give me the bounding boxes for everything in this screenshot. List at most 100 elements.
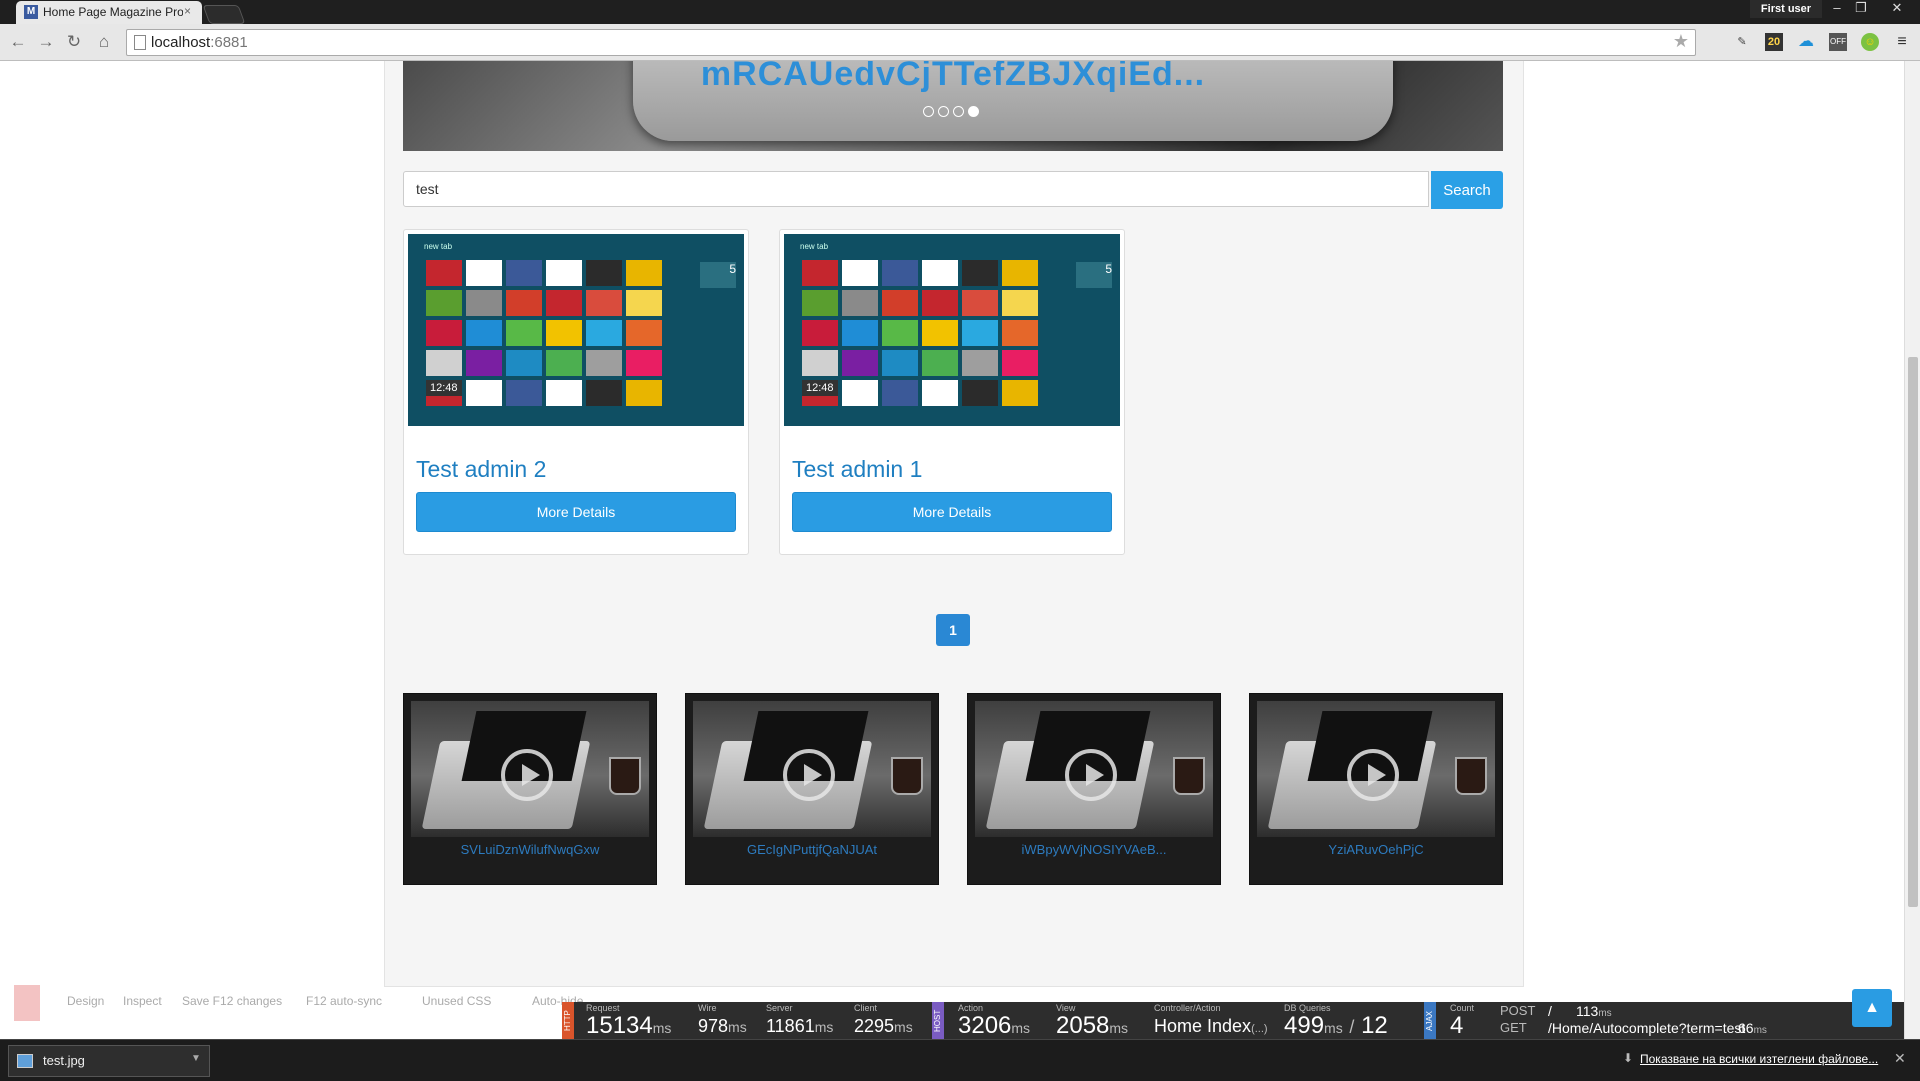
glimpse-wire-metric[interactable]: 978ms [698,1016,747,1037]
glimpse-ajax-url[interactable]: /Home/Autocomplete?term=test [1548,1020,1745,1036]
ms-unit: ms [814,1019,834,1035]
carousel-dot-2[interactable] [938,106,949,117]
glimpse-post: POST [1500,1003,1536,1018]
app-tile [1002,380,1038,406]
show-all-downloads-link[interactable]: Показване на всички изтеглени файлове... [1640,1052,1878,1066]
glimpse-client-metric[interactable]: 2295ms [854,1016,913,1037]
search-button[interactable]: Search [1431,171,1503,209]
tab-title: Home Page Magazine Pro [43,5,183,19]
play-icon[interactable] [501,749,553,801]
smiley-extension-icon[interactable]: ☺ [1861,33,1879,51]
video-thumbnail[interactable] [1257,701,1495,837]
more-details-button[interactable]: More Details [792,492,1112,532]
video-title[interactable]: iWBpyWVjNOSIYVAeB... [968,842,1220,857]
address-text[interactable]: localhost:6881 [151,34,248,51]
close-window-icon[interactable]: ✕ [1880,0,1914,18]
off-extension-icon[interactable]: OFF [1829,33,1847,51]
tab-close-icon[interactable]: × [184,4,191,18]
app-tile [922,380,958,406]
app-tile [426,290,462,316]
chevron-down-icon[interactable]: ▼ [191,1053,201,1064]
video-card[interactable]: SVLuiDznWilufNwqGxw [403,693,657,885]
glimpse-server-metric[interactable]: 11861ms [766,1016,833,1037]
video-thumbnail[interactable] [693,701,931,837]
ms-unit: ms [652,1020,672,1036]
bookmark-star-icon[interactable]: ★ [1673,31,1689,52]
play-icon[interactable] [1065,749,1117,801]
search-input[interactable] [403,171,1429,207]
minimize-window-icon[interactable]: – [1824,0,1850,18]
download-file-name[interactable]: test.jpg [43,1053,85,1068]
video-title[interactable]: GEcIgNPuttjfQaNJUAt [686,842,938,857]
app-tile [1002,320,1038,346]
cloud-extension-icon[interactable]: ☁ [1797,33,1815,51]
back-to-top-icon[interactable]: ▲ [1852,989,1892,1027]
video-title[interactable]: SVLuiDznWilufNwqGxw [404,842,656,857]
video-title[interactable]: YziARuvOehPjC [1250,842,1502,857]
glimpse-ajax-time-metric[interactable]: 66ms [1738,1020,1767,1036]
browserlink-unused-css[interactable]: Unused CSS [422,994,491,1008]
menu-hamburger-icon[interactable]: ≡ [1893,33,1911,51]
url-host: localhost [151,34,211,51]
video-card[interactable]: YziARuvOehPjC [1249,693,1503,885]
result-card-title[interactable]: Test admin 2 [416,456,546,483]
carousel-dot-4[interactable] [968,106,979,117]
forward-arrow-icon[interactable]: → [36,32,56,52]
glimpse-host-tag: HOST [932,1002,944,1039]
browserlink-f12-autosync[interactable]: F12 auto-sync [306,994,382,1008]
video-thumbnail[interactable] [411,701,649,837]
app-tile [1002,350,1038,376]
glimpse-ajax-ms-metric[interactable]: 113ms [1576,1003,1612,1019]
number-tile: 5 [700,262,736,288]
play-icon[interactable] [1347,749,1399,801]
glimpse-bar[interactable]: HTTP Request 15134ms Wire 978ms Server 1… [562,1002,1904,1039]
address-bar[interactable]: localhost:6881 ★ [126,29,1696,56]
browserlink-design[interactable]: Design [67,994,104,1008]
carousel-dot-1[interactable] [923,106,934,117]
new-tab-button[interactable] [202,5,246,24]
browserlink-save-f12[interactable]: Save F12 changes [182,994,282,1008]
video-card[interactable]: GEcIgNPuttjfQaNJUAt [685,693,939,885]
glimpse-request-metric[interactable]: 15134ms [586,1012,671,1039]
page-scrollbar[interactable] [1904,61,1920,1039]
video-thumbnail[interactable] [975,701,1213,837]
app-tile [466,290,502,316]
app-tile [882,260,918,286]
scrollbar-thumb[interactable] [1908,357,1918,907]
glimpse-controller-metric[interactable]: Home Index(...) [1154,1016,1268,1037]
app-tile [466,380,502,406]
pagination-page-button[interactable]: 1 [936,614,970,646]
result-card-title[interactable]: Test admin 1 [792,456,922,483]
hero-title[interactable]: mRCAUedvCjTTefZBJXqiEd... [403,61,1503,94]
hero-carousel[interactable]: mRCAUedvCjTTefZBJXqiEd... [403,61,1503,151]
glimpse-client-label: Client [854,1003,878,1013]
pen-extension-icon[interactable]: ✎ [1733,33,1751,51]
glimpse-action-metric[interactable]: 3206ms [958,1012,1030,1039]
glimpse-get: GET [1500,1020,1527,1035]
result-card-image[interactable]: new tab 12:48 5 [408,234,744,426]
download-item[interactable]: test.jpg ▼ [8,1045,210,1077]
browserlink-inspect[interactable]: Inspect [123,994,162,1008]
glimpse-db-metric[interactable]: 499ms / 12 [1284,1012,1388,1039]
close-download-bar-icon[interactable]: ✕ [1894,1050,1906,1067]
result-card-image[interactable]: new tab 12:48 5 [784,234,1120,426]
counter-extension-icon[interactable]: 20 [1765,33,1783,51]
reload-icon[interactable]: ↻ [64,32,84,52]
home-icon[interactable]: ⌂ [94,32,114,52]
carousel-dot-3[interactable] [953,106,964,117]
browser-tab[interactable]: M Home Page Magazine Pro × [16,1,202,24]
restore-window-icon[interactable]: ❐ [1848,0,1874,18]
app-tile [626,320,662,346]
play-icon[interactable] [783,749,835,801]
glimpse-count-value[interactable]: 4 [1450,1012,1463,1039]
video-card[interactable]: iWBpyWVjNOSIYVAeB... [967,693,1221,885]
back-arrow-icon[interactable]: ← [8,32,28,52]
more-details-button[interactable]: More Details [416,492,736,532]
ms-unit: ms [894,1019,913,1035]
profile-user-badge[interactable]: First user [1750,0,1822,18]
glimpse-ajax-ms: 113 [1576,1003,1599,1019]
glimpse-view-metric[interactable]: 2058ms [1056,1012,1128,1039]
app-tile [506,290,542,316]
browserlink-logo-icon[interactable] [14,985,40,1021]
glimpse-db-count: 12 [1361,1012,1388,1039]
